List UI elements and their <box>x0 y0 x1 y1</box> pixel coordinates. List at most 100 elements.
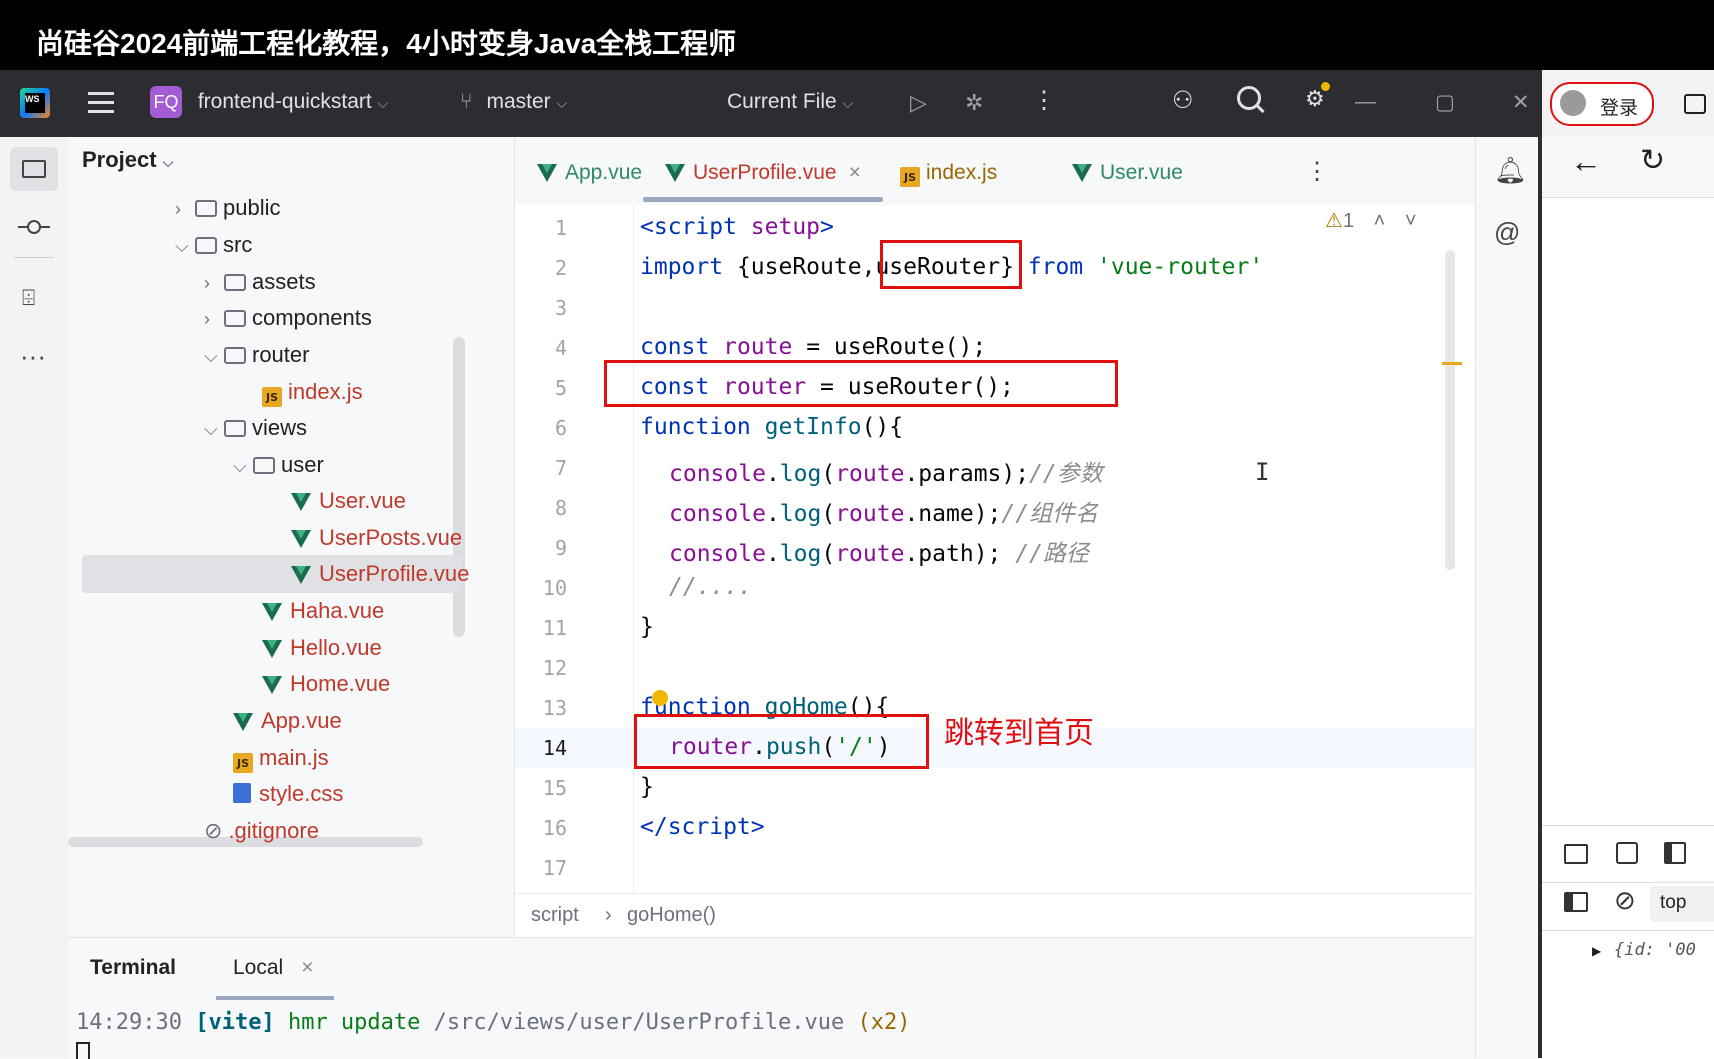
code-token: setup <box>736 214 821 240</box>
folder-icon <box>224 274 246 291</box>
tree-item-main-js[interactable]: JS main.js <box>233 739 329 777</box>
debug-icon[interactable]: ✲ <box>965 90 983 116</box>
console-log-entry[interactable]: ▶ {id: '00 <box>1592 940 1696 960</box>
branch-switcher[interactable]: ⑂ master ⌵ <box>460 90 567 114</box>
ai-assistant-icon[interactable]: @ <box>1494 217 1520 248</box>
run-config-selector[interactable]: Current File ⌵ <box>727 90 853 114</box>
settings-update-icon[interactable]: ⚙ <box>1305 82 1330 112</box>
tab-options-icon[interactable]: ⋮ <box>1305 157 1329 186</box>
log-tag: [vite] <box>195 1010 275 1035</box>
inspection-widget[interactable]: ⚠1 ˄ ˅ <box>1325 208 1417 233</box>
code-token: function <box>640 414 751 440</box>
tree-item-router-index-js[interactable]: JS index.js <box>262 373 363 411</box>
tab-userprofile-vue[interactable]: UserProfile.vue × <box>665 161 861 185</box>
tree-item-gitignore[interactable]: ⊘ .gitignore <box>204 812 319 850</box>
tree-item-user-vue[interactable]: User.vue <box>291 482 406 520</box>
tree-item-user[interactable]: ⌵ user <box>233 446 324 484</box>
code-token: route <box>835 501 905 527</box>
right-tool-strip: 🔔︎ @ <box>1475 137 1539 1058</box>
context-label: top <box>1660 892 1687 913</box>
editor-tab-bar: App.vue UserProfile.vue × JS index.js User… <box>515 137 1475 206</box>
breadcrumb-item-script[interactable]: script <box>531 904 579 927</box>
intention-bulb-icon[interactable] <box>652 690 668 706</box>
warning-stripe-marker[interactable] <box>1442 362 1462 365</box>
more-actions-icon[interactable]: ⋮ <box>1032 86 1056 115</box>
project-tool-icon[interactable] <box>10 147 58 191</box>
add-user-icon[interactable]: ⚇ <box>1172 86 1194 115</box>
login-button[interactable]: 登录 <box>1550 82 1654 126</box>
code-token: route <box>709 334 793 360</box>
minimize-window-icon[interactable]: — <box>1355 90 1376 114</box>
tree-item-haha-vue[interactable]: Haha.vue <box>262 592 384 630</box>
tree-item-router[interactable]: ⌵ router <box>204 336 309 374</box>
tab-app-vue[interactable]: App.vue <box>537 161 642 185</box>
dock-side-icon[interactable] <box>1664 842 1686 864</box>
code-line-11: } <box>640 614 654 640</box>
warning-icon: ⚠ <box>1325 210 1343 232</box>
tree-item-style-css[interactable]: style.css <box>233 775 343 813</box>
run-icon[interactable]: ▷ <box>910 90 927 116</box>
tree-item-app-vue[interactable]: App.vue <box>233 702 342 740</box>
context-selector[interactable]: top <box>1650 886 1714 922</box>
tree-item-userposts-vue[interactable]: UserPosts.vue <box>291 519 462 557</box>
code-token: 'vue-router' <box>1097 254 1264 280</box>
vue-file-icon <box>262 603 282 621</box>
more-tools-icon[interactable]: ··· <box>20 341 46 372</box>
tree-item-hello-vue[interactable]: Hello.vue <box>262 629 382 667</box>
tree-item-views[interactable]: ⌵ views <box>204 409 307 447</box>
project-panel-header[interactable]: Project ⌵ <box>82 147 173 173</box>
chevron-down-icon: ⌵ <box>556 95 568 111</box>
terminal-session-tab[interactable]: Local × <box>233 956 313 980</box>
console-object-preview: {id: '00 <box>1613 940 1696 960</box>
tree-item-assets[interactable]: › assets <box>204 263 316 301</box>
tree-item-userprofile-vue[interactable]: UserProfile.vue <box>82 555 469 593</box>
warning-count: 1 <box>1342 210 1355 232</box>
code-token: = useRoute(); <box>792 334 987 360</box>
tree-item-components[interactable]: › components <box>204 299 372 337</box>
reload-icon[interactable]: ↻ <box>1640 143 1665 178</box>
console-sidebar-icon[interactable] <box>1564 892 1588 912</box>
tab-close-icon[interactable]: × <box>849 161 861 184</box>
inspect-element-icon[interactable] <box>1564 844 1588 864</box>
notifications-bell-icon[interactable]: 🔔︎ <box>1494 155 1527 186</box>
code-line-15: } <box>640 774 654 800</box>
tab-label: User.vue <box>1100 161 1183 184</box>
maximize-window-icon[interactable]: ▢ <box>1435 90 1455 115</box>
code-comment: //参数 <box>1029 461 1103 487</box>
structure-tool-icon[interactable]: ⌹ <box>22 285 35 311</box>
tree-item-label: index.js <box>288 379 363 404</box>
vue-file-icon <box>233 713 253 731</box>
terminal-title[interactable]: Terminal <box>90 956 176 980</box>
tree-item-home-vue[interactable]: Home.vue <box>262 665 390 703</box>
video-title: 尚硅谷2024前端工程化教程，4小时变身Java全栈工程师 <box>36 28 737 59</box>
close-icon[interactable]: × <box>301 956 313 979</box>
close-window-icon[interactable]: ✕ <box>1512 90 1530 115</box>
tab-user-vue[interactable]: User.vue <box>1072 161 1183 185</box>
next-highlight-icon[interactable]: ˅ <box>1405 210 1417 232</box>
main-menu-icon[interactable] <box>88 92 114 114</box>
log-time: 14:29:30 <box>76 1010 182 1035</box>
line-number: 6 <box>554 416 567 440</box>
chevron-right-icon: › <box>204 273 210 293</box>
breadcrumb-item-gohome[interactable]: goHome() <box>627 904 716 927</box>
search-icon[interactable] <box>1237 86 1265 114</box>
clear-console-icon[interactable]: ⊘ <box>1614 885 1636 916</box>
code-token: route <box>835 461 905 487</box>
project-switcher[interactable]: FQ frontend-quickstart ⌵ <box>150 86 388 118</box>
tree-item-src[interactable]: ⌵ src <box>175 226 252 264</box>
editor-scrollbar[interactable] <box>1445 250 1455 570</box>
tree-item-public[interactable]: › public <box>175 189 280 227</box>
commit-tool-icon[interactable] <box>18 217 50 237</box>
code-line-9: console.log(route.path); //路径 <box>669 534 1089 568</box>
terminal-cursor[interactable] <box>76 1042 90 1059</box>
tab-index-js[interactable]: JS index.js <box>900 161 997 187</box>
line-number: 5 <box>554 376 567 400</box>
sidebar-toggle-icon[interactable] <box>1684 94 1706 114</box>
webstorm-logo-icon[interactable]: WS <box>20 88 50 118</box>
device-toolbar-icon[interactable] <box>1616 842 1638 864</box>
tree-item-label: views <box>252 415 308 440</box>
previous-highlight-icon[interactable]: ˄ <box>1374 210 1386 232</box>
chevron-right-icon: › <box>175 199 181 219</box>
tree-item-label: user <box>281 452 324 477</box>
back-arrow-icon[interactable]: ← <box>1570 143 1602 180</box>
